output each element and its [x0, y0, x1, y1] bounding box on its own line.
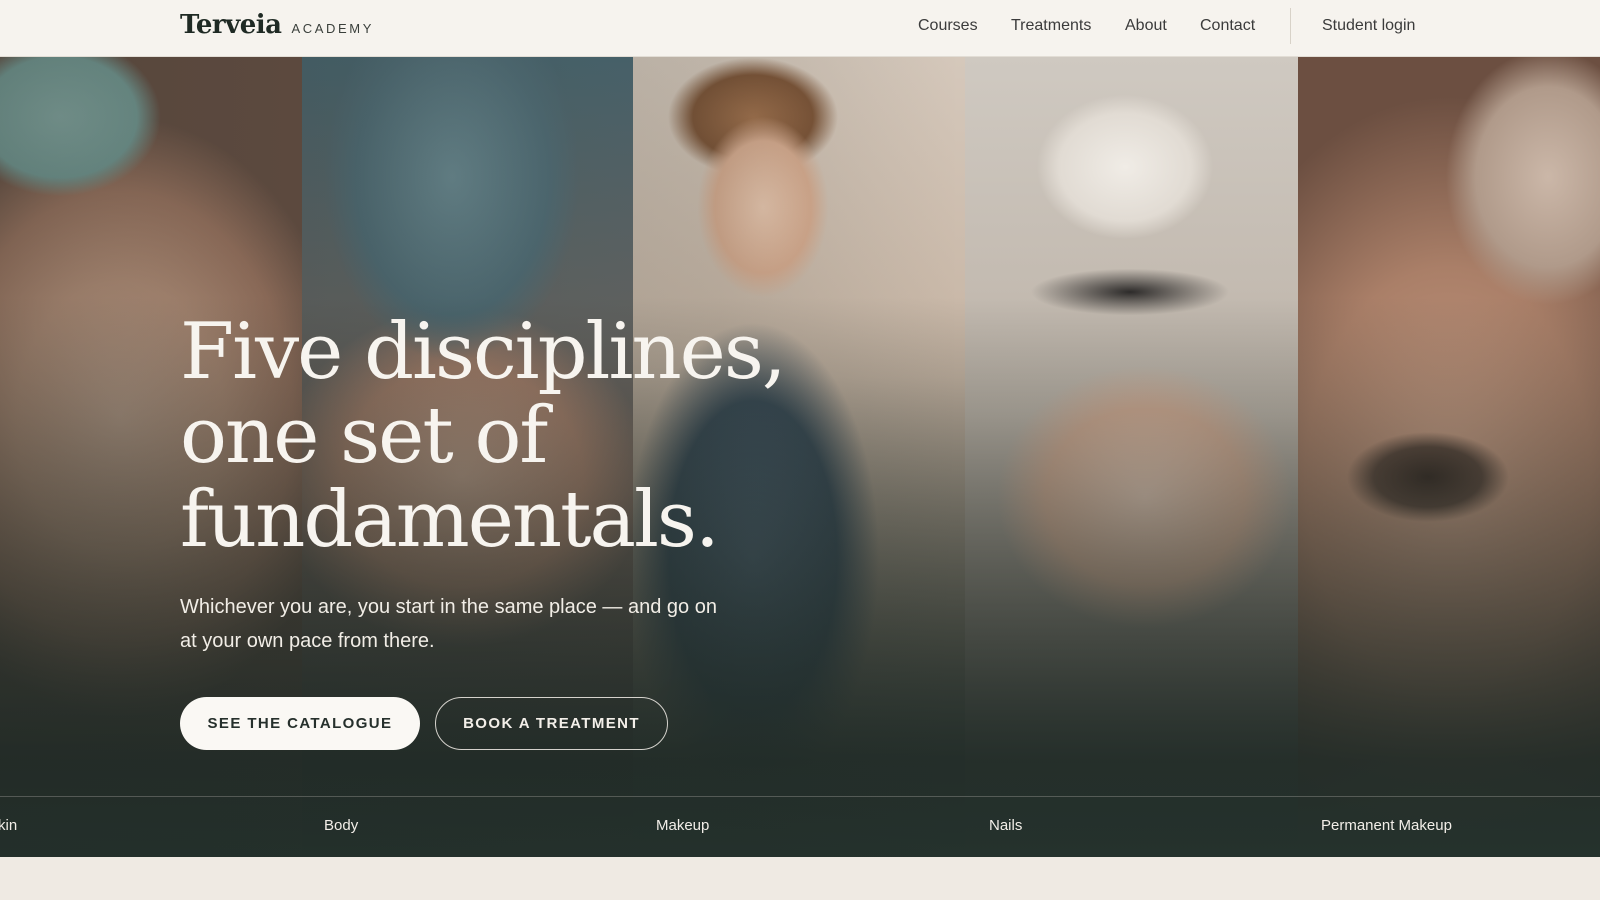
nav-about[interactable]: About	[1125, 17, 1167, 35]
book-treatment-button[interactable]: BOOK A TREATMENT	[435, 697, 668, 750]
headline-line-3: fundamentals.	[180, 475, 720, 565]
hero-subhead: Whichever you are, you start in the same…	[180, 596, 717, 652]
discipline-skin[interactable]: kin	[0, 817, 17, 834]
nav-divider	[1290, 8, 1291, 44]
headline-line-1: Five disciplines,	[180, 307, 787, 397]
headline-line-2: one set of	[180, 391, 548, 481]
brand-subtitle: ACADEMY	[291, 21, 374, 36]
discipline-permanent-makeup[interactable]: Permanent Makeup	[1321, 817, 1452, 834]
brand-name: Terveia	[180, 10, 282, 40]
hero-headline: Five disciplines, one set of fundamental…	[180, 310, 880, 562]
nav-courses[interactable]: Courses	[918, 17, 978, 35]
student-login-link[interactable]: Student login	[1322, 17, 1415, 35]
nav-treatments[interactable]: Treatments	[1011, 17, 1091, 35]
nav-contact[interactable]: Contact	[1200, 17, 1255, 35]
discipline-body[interactable]: Body	[324, 817, 358, 834]
hero-section: Five disciplines, one set of fundamental…	[0, 57, 1600, 857]
site-header: Terveia ACADEMY Courses Treatments About…	[0, 0, 1600, 57]
discipline-makeup[interactable]: Makeup	[656, 817, 709, 834]
see-catalogue-button[interactable]: SEE THE CATALOGUE	[180, 697, 420, 750]
discipline-strip: kin Body Makeup Nails Permanent Makeup	[0, 796, 1600, 857]
brand-logo[interactable]: Terveia ACADEMY	[180, 10, 374, 40]
discipline-nails[interactable]: Nails	[989, 817, 1022, 834]
